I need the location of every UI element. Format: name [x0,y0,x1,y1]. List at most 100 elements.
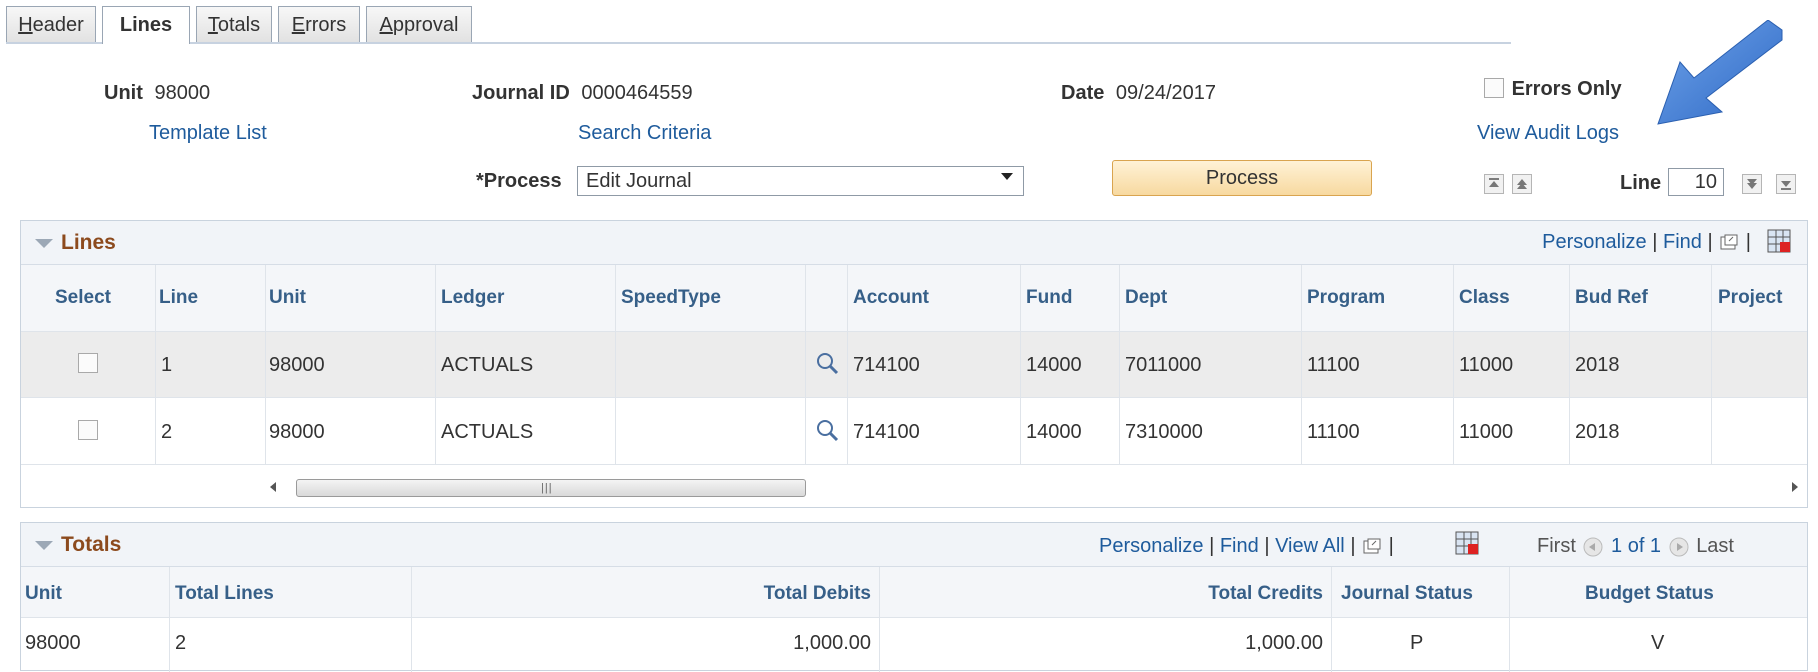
find-link[interactable]: Find [1663,231,1702,253]
tab-header-accesskey: H [18,14,33,36]
row-divider [21,617,1807,618]
row-select-checkbox[interactable] [78,420,98,440]
cell-bud-ref: 2018 [1575,421,1620,443]
process-select[interactable]: Edit Journal [577,166,1024,196]
process-select-value: Edit Journal [586,170,692,192]
row-divider [21,331,1807,332]
column-divider [1569,265,1570,464]
last-line-icon[interactable] [1776,174,1796,194]
tab-lines[interactable]: Lines [102,6,190,44]
tab-errors-accesskey: E [291,14,306,36]
scroll-thumb[interactable]: ||| [296,479,806,497]
column-header-budget-status[interactable]: Budget Status [1585,583,1714,605]
lookup-search-icon[interactable] [815,418,841,444]
view-all-link[interactable]: View All [1275,535,1345,557]
totals-grid-tools: Personalize | Find | View All | | [1099,535,1394,558]
cell-program: 11100 [1307,354,1360,376]
lookup-search-icon[interactable] [815,351,841,377]
totals-column-header-row [21,567,1807,617]
column-divider [435,265,436,464]
cell-line: 2 [161,421,173,443]
template-list-link[interactable]: Template List [149,122,267,145]
personalize-link[interactable]: Personalize [1542,231,1647,253]
pager-first[interactable]: First [1537,535,1576,557]
previous-line-icon[interactable] [1512,174,1532,194]
tab-totals[interactable]: Totals [196,6,272,42]
collapse-triangle-icon[interactable] [35,238,53,248]
column-header-total-debits[interactable]: Total Debits [764,583,871,605]
tab-errors-label: rrors [305,14,347,36]
zoom-window-icon[interactable] [1361,537,1383,557]
journal-id-field: Journal ID 0000464559 [472,82,693,105]
column-header-account[interactable]: Account [853,287,929,309]
tab-approval-accesskey: A [379,14,393,36]
column-header-class[interactable]: Class [1459,287,1510,309]
zoom-window-icon[interactable] [1718,233,1740,253]
tab-header[interactable]: Header [6,6,96,42]
first-line-icon[interactable] [1484,174,1504,194]
line-label: Line [1620,172,1662,194]
row-divider [21,464,1807,465]
lines-grid-title[interactable]: Lines [35,221,116,265]
pager-last[interactable]: Last [1696,535,1734,557]
column-header-fund[interactable]: Fund [1026,287,1072,309]
download-to-excel-icon[interactable] [1765,227,1793,255]
process-button[interactable]: Process [1112,160,1372,196]
column-header-total-lines[interactable]: Total Lines [175,583,274,605]
column-header-journal-status[interactable]: Journal Status [1341,583,1473,605]
row-select-checkbox[interactable] [78,353,98,373]
tab-totals-accesskey: T [207,14,218,36]
cell-ledger: ACTUALS [441,421,534,443]
column-header-bud-ref[interactable]: Bud Ref [1575,287,1648,309]
cell-program: 11100 [1307,421,1360,443]
cell-journal-status[interactable]: P [1410,632,1423,655]
view-audit-logs-link[interactable]: View Audit Logs [1477,122,1619,145]
errors-only-checkbox[interactable] [1484,78,1504,98]
cell-budget-status[interactable]: V [1651,632,1664,655]
process-label-bold: *Process [476,170,562,192]
unit-value: 98000 [154,82,211,104]
column-divider [1331,567,1332,672]
search-criteria-link[interactable]: Search Criteria [578,122,711,145]
column-divider [1509,567,1510,672]
column-header-dept[interactable]: Dept [1125,287,1167,309]
separator: | [1652,231,1658,253]
personalize-link[interactable]: Personalize [1099,535,1204,557]
cell-class: 11000 [1459,354,1514,376]
cell-account: 714100 [853,421,920,443]
next-page-icon[interactable] [1667,536,1691,558]
column-header-total-credits[interactable]: Total Credits [1208,583,1323,605]
cell-line: 1 [161,354,173,376]
column-header-ledger[interactable]: Ledger [441,287,504,309]
column-divider [1119,265,1120,464]
column-header-unit[interactable]: Unit [269,287,306,309]
separator: | [1388,535,1394,557]
scroll-left-icon[interactable] [266,480,280,494]
scroll-right-icon[interactable] [1788,480,1802,494]
tab-approval[interactable]: Approval [366,6,472,42]
horizontal-scrollbar[interactable]: ||| [266,476,1806,498]
column-header-line[interactable]: Line [159,287,198,309]
totals-grid-header: Totals Personalize | Find | View All | |… [21,523,1807,567]
tab-errors[interactable]: Errors [278,6,360,42]
separator: | [1264,535,1270,557]
next-line-icon[interactable] [1742,174,1762,194]
find-link[interactable]: Find [1220,535,1259,557]
lines-grid-header: Lines Personalize | Find | | [21,221,1807,265]
column-header-speedtype[interactable]: SpeedType [621,287,721,309]
column-header-unit[interactable]: Unit [25,583,62,605]
previous-page-icon[interactable] [1581,536,1605,558]
column-divider [1453,265,1454,464]
column-header-program[interactable]: Program [1307,287,1385,309]
row-divider [21,397,1807,398]
totals-grid: Totals Personalize | Find | View All | |… [20,522,1808,672]
line-input[interactable]: 10 [1668,168,1724,196]
cell-class: 11000 [1459,421,1514,443]
column-divider [265,265,266,464]
column-divider [1711,265,1712,464]
column-header-project[interactable]: Project [1718,287,1782,309]
tab-totals-label: otals [217,14,261,36]
download-to-excel-icon[interactable] [1453,529,1481,557]
collapse-triangle-icon[interactable] [35,540,53,550]
totals-grid-title[interactable]: Totals [35,523,121,567]
